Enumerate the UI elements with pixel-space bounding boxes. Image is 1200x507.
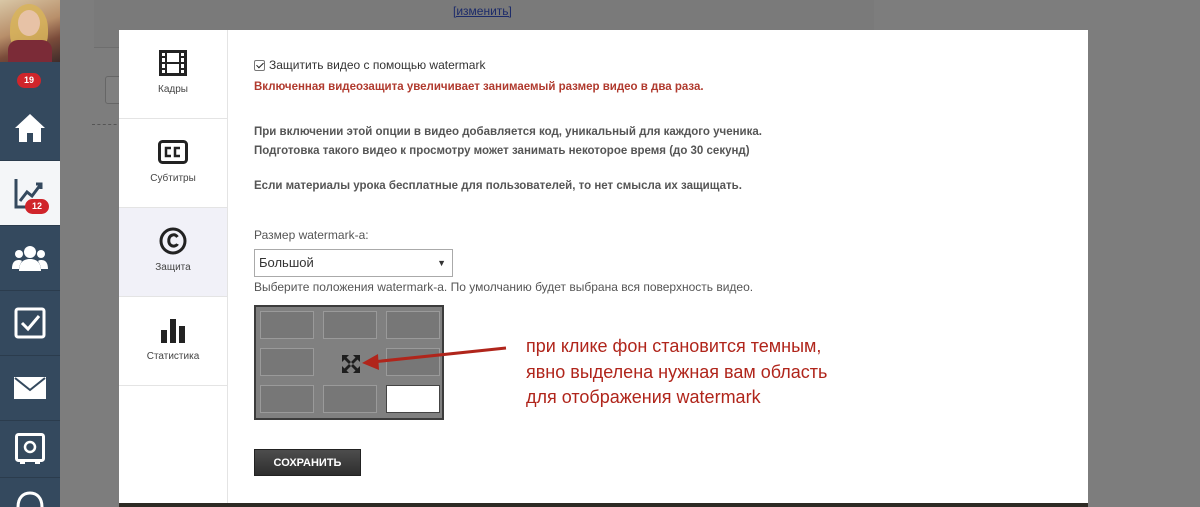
watermark-size-select[interactable]: Большой ▼ xyxy=(254,249,453,277)
position-cell-bottom-right[interactable] xyxy=(386,385,440,413)
position-hint: Выберите положения watermark-a. По умолч… xyxy=(254,280,754,294)
mail-icon xyxy=(14,377,46,399)
bar-chart-icon xyxy=(161,319,185,343)
watermark-size-label: Размер watermark-a: xyxy=(254,228,369,242)
protect-checkbox-row[interactable]: Защитить видео с помощью watermark xyxy=(254,58,485,72)
home-icon xyxy=(15,114,45,142)
dropdown-arrow-icon: ▼ xyxy=(437,258,446,268)
sidebar-item-more[interactable] xyxy=(0,490,60,507)
save-button[interactable]: СОХРАНИТЬ xyxy=(254,449,361,476)
tab-protection[interactable]: Защита xyxy=(119,208,227,297)
tab-protection-label: Защита xyxy=(155,262,191,273)
position-cell-bottom-left[interactable] xyxy=(260,385,314,413)
modal-tabs: Кадры Субтитры Защита Статистика xyxy=(119,30,228,387)
video-settings-modal: Кадры Субтитры Защита Статистика Защитит… xyxy=(119,30,1088,503)
position-cell-top-center[interactable] xyxy=(323,311,377,339)
tab-frames[interactable]: Кадры xyxy=(119,30,227,119)
sidebar-item-analytics[interactable] xyxy=(0,161,60,225)
sidebar-item-mail[interactable] xyxy=(0,356,60,420)
sidebar-item-home[interactable] xyxy=(0,96,60,160)
avatar[interactable] xyxy=(0,0,60,62)
protect-checkbox-label: Защитить видео с помощью watermark xyxy=(269,58,486,72)
watermark-position-grid xyxy=(254,305,444,420)
tab-frames-label: Кадры xyxy=(158,84,188,95)
change-link[interactable]: [изменить] xyxy=(453,4,512,18)
notifications-badge: 19 xyxy=(17,73,42,88)
app-sidebar: 19 12 xyxy=(0,0,60,507)
tab-statistics[interactable]: Статистика xyxy=(119,297,227,386)
users-icon xyxy=(12,246,48,271)
sidebar-item-safe[interactable] xyxy=(0,421,60,477)
position-cell-middle-left[interactable] xyxy=(260,348,314,376)
tab-subtitles-label: Субтитры xyxy=(150,173,196,184)
background-overlay-right xyxy=(1088,30,1200,507)
info-text-line3: Если материалы урока бесплатные для поль… xyxy=(254,180,742,192)
partial-icon xyxy=(16,491,44,507)
annotation-line3: для отображения watermark xyxy=(526,387,761,407)
fullscreen-move-icon[interactable] xyxy=(340,353,362,375)
tabs-divider xyxy=(227,30,228,503)
position-cell-middle-right[interactable] xyxy=(386,348,440,376)
sidebar-item-tasks[interactable] xyxy=(0,291,60,355)
film-icon xyxy=(159,50,187,76)
copyright-icon xyxy=(159,227,187,255)
info-text-line2: Подготовка такого видео к просмотру може… xyxy=(254,145,750,157)
watermark-size-value: Большой xyxy=(259,255,314,270)
analytics-badge: 12 xyxy=(25,199,50,214)
sidebar-item-users[interactable] xyxy=(0,226,60,290)
safe-icon xyxy=(15,433,45,464)
cc-icon xyxy=(158,140,188,164)
annotation-line2: явно выделена нужная вам область xyxy=(526,361,828,382)
protect-checkbox[interactable] xyxy=(254,59,265,71)
background-divider xyxy=(92,124,122,125)
tab-subtitles[interactable]: Субтитры xyxy=(119,119,227,208)
info-text-line1: При включении этой опции в видео добавля… xyxy=(254,126,762,138)
warning-text: Включенная видеозащита увеличивает заним… xyxy=(254,81,704,93)
annotation-line1: при клике фон становится темным, xyxy=(526,336,822,356)
tab-statistics-label: Статистика xyxy=(146,351,200,362)
position-cell-top-left[interactable] xyxy=(260,311,314,339)
annotation-text: при клике фон становится темным, явно вы… xyxy=(526,334,886,411)
checkbox-icon xyxy=(14,307,46,339)
position-cell-top-right[interactable] xyxy=(386,311,440,339)
background-bottom-strip xyxy=(119,503,1088,507)
position-cell-bottom-center[interactable] xyxy=(323,385,377,413)
